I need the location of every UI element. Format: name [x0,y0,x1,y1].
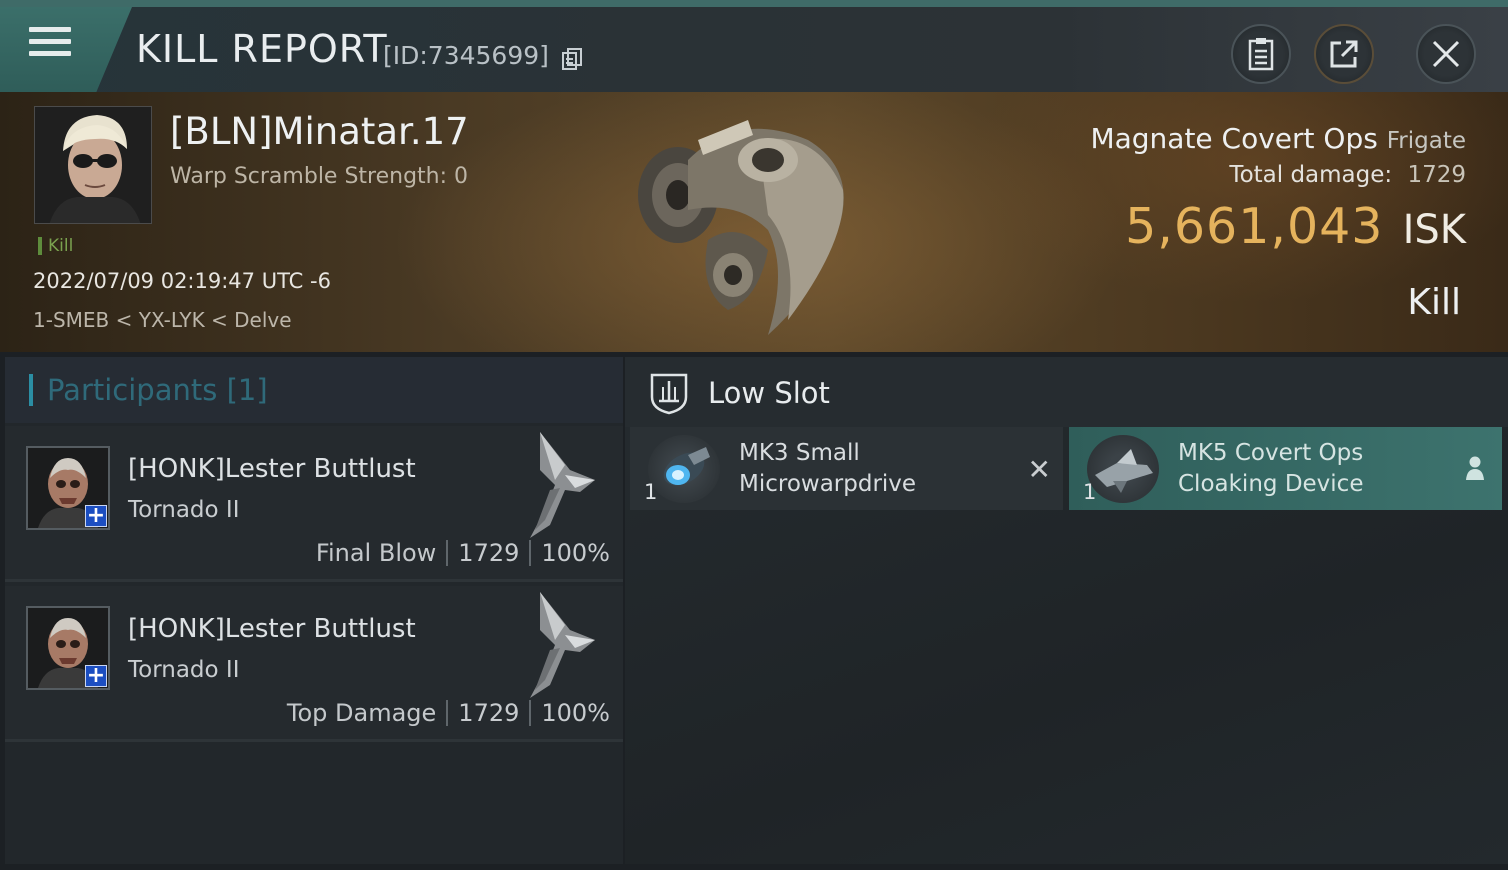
fitting-panel: Low Slot 1 MK3 Small Microwarpdrive ✕ 1 [625,357,1508,864]
victim-ship-class: Frigate [1386,128,1466,154]
participant-damage: 1729 [458,539,520,567]
kill-datetime: 2022/07/09 02:19:47 UTC -6 [33,269,331,293]
participants-header[interactable]: Participants [1] [5,357,623,423]
hamburger-menu-icon[interactable] [29,27,71,63]
participants-title-label: Participants [47,373,218,407]
victim-portrait[interactable] [34,106,152,224]
victim-ship-name: Magnate Covert Ops [1090,122,1378,155]
page-title: KILL REPORT [136,27,388,71]
plus-icon[interactable]: + [85,505,107,527]
participant-stats: Top Damage 1729 100% [287,699,610,727]
total-damage-label: Total damage: [1229,162,1393,188]
person-icon [1466,456,1484,480]
participant-percent: 100% [541,699,610,727]
module-name-line1: MK3 Small [739,440,860,466]
participant-role: Final Blow [315,539,437,567]
warp-scramble-strength: Warp Scramble Strength: 0 [170,164,469,189]
participant-damage: 1729 [458,699,520,727]
module-name-line1: MK5 Covert Ops [1178,440,1364,466]
participant-percent: 100% [541,539,610,567]
participant-ship-image[interactable] [510,430,610,540]
participant-ship: Tornado II [128,657,240,683]
menu-button[interactable] [0,7,132,92]
participants-count: [1] [226,373,268,407]
module-image [1087,435,1159,503]
kill-tag: Kill [38,237,73,255]
participant-avatar[interactable]: + [26,606,110,690]
module-quantity: 1 [644,480,658,504]
total-damage: Total damage: 1729 [1229,162,1466,188]
module-name-line2: Microwarpdrive [739,471,917,497]
close-icon [1432,40,1460,68]
x-mark-icon: ✕ [1027,453,1051,486]
module-name-line2: Cloaking Device [1178,471,1364,497]
participant-role: Top Damage [286,699,437,727]
share-icon [1330,40,1358,68]
low-slot-header: Low Slot [625,357,1508,427]
module-item[interactable]: 1 MK3 Small Microwarpdrive ✕ [630,427,1063,510]
module-quantity: 1 [1083,480,1097,504]
result-label: Kill [1407,282,1461,323]
victim-name[interactable]: [BLN]Minatar.17 [170,110,469,153]
participant-ship: Tornado II [128,497,240,523]
copy-icon[interactable] [561,47,583,71]
module-item[interactable]: 1 MK5 Covert Ops Cloaking Device [1069,427,1502,510]
clipboard-icon [1248,38,1274,71]
close-button[interactable] [1416,24,1476,84]
report-button[interactable] [1231,24,1291,84]
module-name: MK3 Small Microwarpdrive [739,438,916,500]
isk-value: 5,661,043 [1125,198,1384,255]
victim-ship-render[interactable] [618,100,878,350]
participants-panel: Participants [1] + [HONK]Lester Buttlust… [5,357,623,864]
top-bar: KILL REPORT [ID:7345699] [0,0,1508,92]
victim-banner: [BLN]Minatar.17 Warp Scramble Strength: … [0,92,1508,352]
participant-row[interactable]: + [HONK]Lester Buttlust Tornado II Final… [5,426,623,582]
kill-location[interactable]: 1-SMEB < YX-LYK < Delve [33,308,292,332]
module-image [648,435,720,503]
victim-ship[interactable]: Magnate Covert Ops Frigate [1090,122,1466,155]
report-id: [ID:7345699] [383,41,549,70]
low-slot-title: Low Slot [708,376,830,410]
share-button[interactable] [1314,24,1374,84]
participant-avatar[interactable]: + [26,446,110,530]
participant-name[interactable]: [HONK]Lester Buttlust [128,454,416,484]
participant-row[interactable]: + [HONK]Lester Buttlust Tornado II Top D… [5,586,623,742]
isk-unit: ISK [1402,207,1466,253]
participant-name[interactable]: [HONK]Lester Buttlust [128,614,416,644]
low-slot-shield-icon [650,373,688,415]
participant-stats: Final Blow 1729 100% [316,539,610,567]
participant-ship-image[interactable] [510,590,610,700]
isk-loss: 5,661,043 ISK [1125,198,1466,255]
participants-title: Participants [1] [29,374,268,406]
module-name: MK5 Covert Ops Cloaking Device [1178,438,1363,500]
plus-icon[interactable]: + [85,665,107,687]
total-damage-value: 1729 [1407,162,1466,188]
